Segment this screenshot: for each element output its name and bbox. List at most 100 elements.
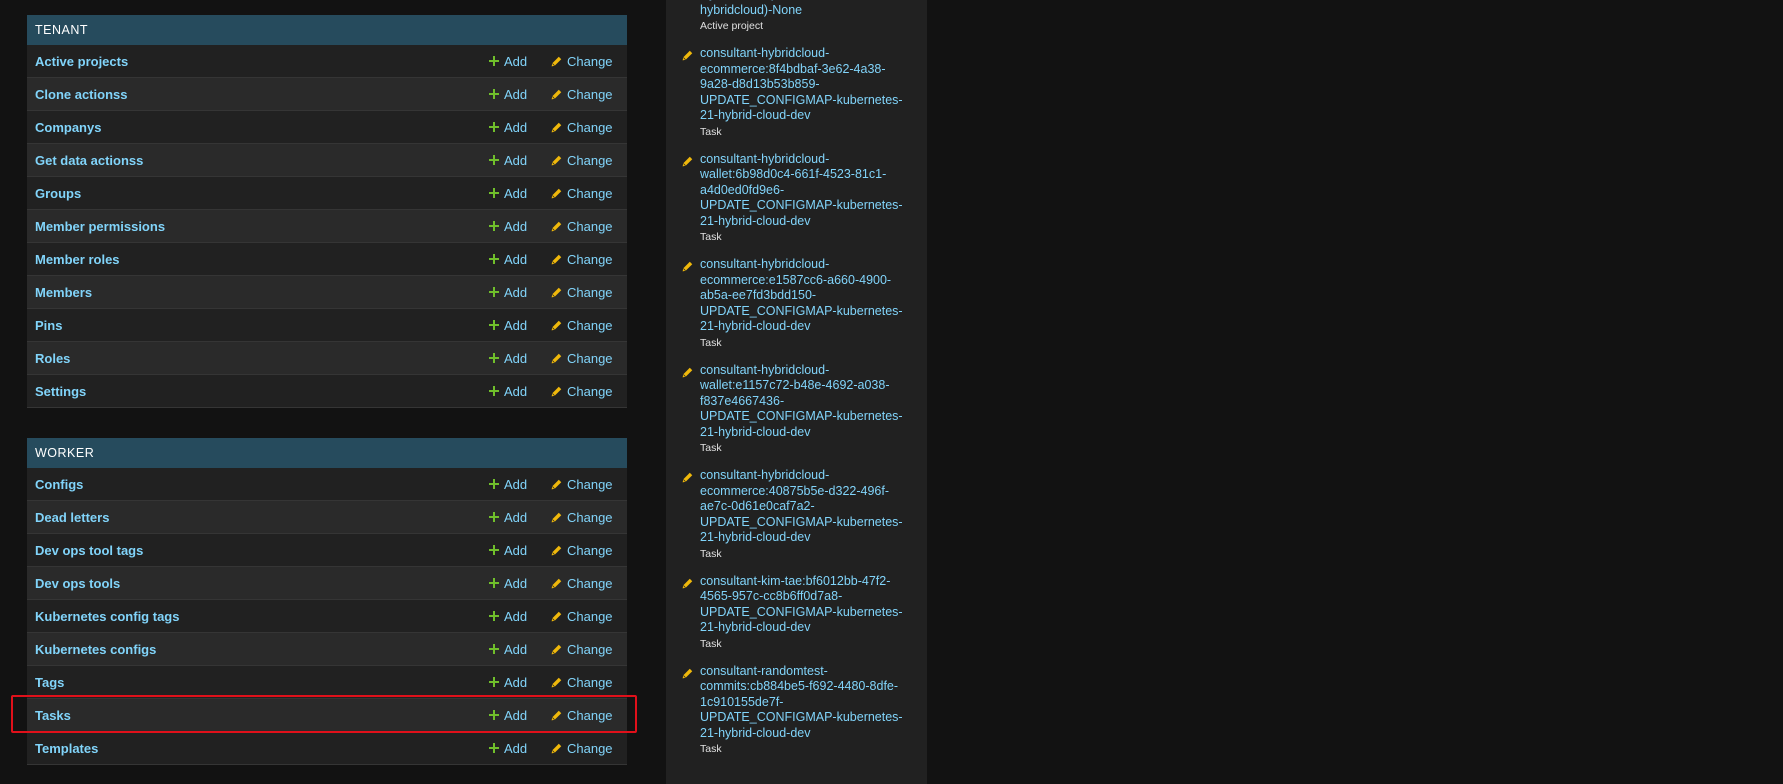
add-link[interactable]: Add xyxy=(489,318,527,333)
recent-action-line: 21-hybrid-cloud-dev xyxy=(700,319,811,333)
add-link[interactable]: Add xyxy=(489,675,527,690)
model-link-settings[interactable]: Settings xyxy=(35,384,86,399)
plus-icon xyxy=(489,221,499,231)
change-link[interactable]: Change xyxy=(551,186,613,201)
plus-icon xyxy=(489,122,499,132)
add-link[interactable]: Add xyxy=(489,543,527,558)
model-link-dev-ops-tools[interactable]: Dev ops tools xyxy=(35,576,120,591)
add-label: Add xyxy=(504,383,528,399)
change-link[interactable]: Change xyxy=(551,351,613,366)
change-link[interactable]: Change xyxy=(551,609,613,624)
change-link[interactable]: Change xyxy=(551,87,613,102)
change-link[interactable]: Change xyxy=(551,675,613,690)
module-caption[interactable]: WORKER xyxy=(27,438,627,468)
model-link-member-roles[interactable]: Member roles xyxy=(35,252,120,267)
add-link[interactable]: Add xyxy=(489,384,527,399)
change-link[interactable]: Change xyxy=(551,477,613,492)
add-link[interactable]: Add xyxy=(489,153,527,168)
change-link[interactable]: Change xyxy=(551,318,613,333)
change-link[interactable]: Change xyxy=(551,642,613,657)
recent-action-line: consultant-hybridcloud- xyxy=(700,257,830,271)
add-link[interactable]: Add xyxy=(489,252,527,267)
model-link-active-projects[interactable]: Active projects xyxy=(35,54,128,69)
plus-icon xyxy=(489,710,499,720)
model-link-dead-letters[interactable]: Dead letters xyxy=(35,510,109,525)
change-link[interactable]: Change xyxy=(551,576,613,591)
model-link-pins[interactable]: Pins xyxy=(35,318,62,333)
module-caption[interactable]: TENANT xyxy=(27,15,627,45)
add-label: Add xyxy=(504,509,528,525)
pencil-icon xyxy=(551,611,562,622)
model-link-roles[interactable]: Roles xyxy=(35,351,70,366)
add-link[interactable]: Add xyxy=(489,708,527,723)
model-link-configs[interactable]: Configs xyxy=(35,477,83,492)
recent-action-link[interactable]: consultant-hybridcloud-wallet:e1157c72-b… xyxy=(700,363,915,441)
model-link-kubernetes-config-tags[interactable]: Kubernetes config tags xyxy=(35,609,179,624)
add-label: Add xyxy=(504,542,528,558)
change-link[interactable]: Change xyxy=(551,153,613,168)
change-link[interactable]: Change xyxy=(551,285,613,300)
add-label: Add xyxy=(504,152,528,168)
recent-action-line: 9a28-d8d13b53b859- xyxy=(700,77,820,91)
pencil-icon xyxy=(551,155,562,166)
model-link-members[interactable]: Members xyxy=(35,285,92,300)
model-link-tags[interactable]: Tags xyxy=(35,675,64,690)
model-link-tasks[interactable]: Tasks xyxy=(35,708,71,723)
recent-action-link[interactable]: consultant-kim-tae:bf6012bb-47f2- 4565-95… xyxy=(700,574,915,636)
add-link[interactable]: Add xyxy=(489,741,527,756)
model-link-clone-actionss[interactable]: Clone actionss xyxy=(35,87,127,102)
pencil-icon xyxy=(551,677,562,688)
add-link[interactable]: Add xyxy=(489,576,527,591)
add-link[interactable]: Add xyxy=(489,642,527,657)
model-link-kubernetes-configs[interactable]: Kubernetes configs xyxy=(35,642,156,657)
add-link[interactable]: Add xyxy=(489,87,527,102)
recent-action-link[interactable]: consultant-randomtest-commits:cb884be5-f… xyxy=(700,664,915,742)
pencil-icon xyxy=(551,287,562,298)
add-link[interactable]: Add xyxy=(489,351,527,366)
add-label: Add xyxy=(504,86,528,102)
add-link[interactable]: Add xyxy=(489,609,527,624)
model-link-dev-ops-tool-tags[interactable]: Dev ops tool tags xyxy=(35,543,143,558)
recent-action-link[interactable]: HybridCloud(consultant-hybridcloud)-None xyxy=(700,0,915,18)
recent-action-line: 21-hybrid-cloud-dev xyxy=(700,725,811,740)
change-link[interactable]: Change xyxy=(551,219,613,234)
add-link[interactable]: Add xyxy=(489,510,527,525)
add-label: Add xyxy=(504,608,528,624)
add-label: Add xyxy=(504,740,528,756)
pencil-icon xyxy=(551,188,562,199)
change-link[interactable]: Change xyxy=(551,120,613,135)
change-link[interactable]: Change xyxy=(551,708,613,723)
model-link-groups[interactable]: Groups xyxy=(35,186,81,201)
model-row-get-data-actionss: Get data actionss Add Change xyxy=(27,144,627,177)
add-label: Add xyxy=(504,251,528,267)
recent-action-line: UPDATE_CONFIGMAP-kubernetes- xyxy=(700,710,903,724)
plus-icon xyxy=(489,578,499,588)
change-link[interactable]: Change xyxy=(551,54,613,69)
model-link-companys[interactable]: Companys xyxy=(35,120,101,135)
change-link[interactable]: Change xyxy=(551,252,613,267)
add-link[interactable]: Add xyxy=(489,54,527,69)
pencil-icon xyxy=(551,320,562,331)
change-link[interactable]: Change xyxy=(551,510,613,525)
plus-icon xyxy=(489,743,499,753)
recent-action-link[interactable]: consultant-hybridcloud-ecommerce:40875b5… xyxy=(700,468,915,546)
change-link[interactable]: Change xyxy=(551,543,613,558)
model-row-member-roles: Member roles Add Change xyxy=(27,243,627,276)
change-link[interactable]: Change xyxy=(551,384,613,399)
add-link[interactable]: Add xyxy=(489,186,527,201)
model-link-templates[interactable]: Templates xyxy=(35,741,98,756)
plus-icon xyxy=(489,611,499,621)
add-link[interactable]: Add xyxy=(489,477,527,492)
add-link[interactable]: Add xyxy=(489,219,527,234)
add-link[interactable]: Add xyxy=(489,120,527,135)
change-link[interactable]: Change xyxy=(551,741,613,756)
module-tenant: TENANT Active projects Add Change Clone ac… xyxy=(27,15,627,408)
recent-action-link[interactable]: consultant-hybridcloud-ecommerce:8f4bdba… xyxy=(700,46,915,124)
change-label: Change xyxy=(567,575,613,591)
recent-action-link[interactable]: consultant-hybridcloud-ecommerce:e1587cc… xyxy=(700,257,915,335)
model-link-get-data-actionss[interactable]: Get data actionss xyxy=(35,153,143,168)
recent-action-link[interactable]: consultant-hybridcloud-wallet:6b98d0c4-6… xyxy=(700,152,915,230)
change-label: Change xyxy=(567,674,613,690)
add-link[interactable]: Add xyxy=(489,285,527,300)
model-link-member-permissions[interactable]: Member permissions xyxy=(35,219,165,234)
